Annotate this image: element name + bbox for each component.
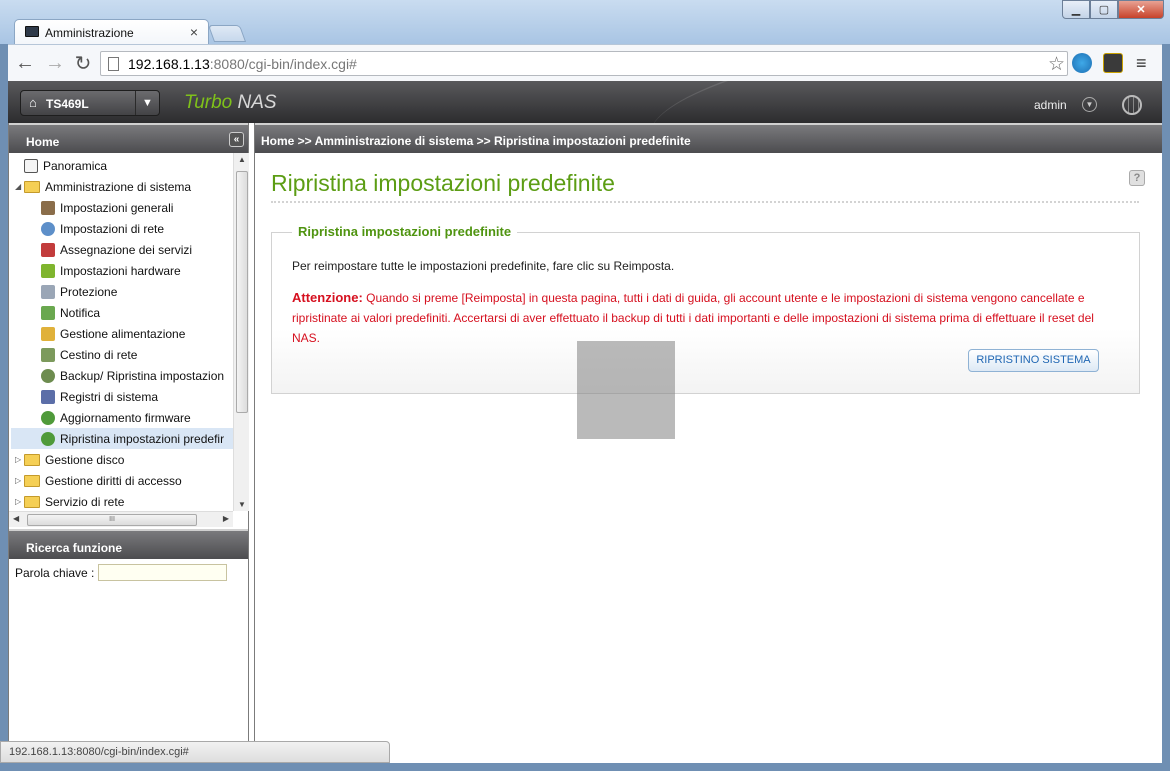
tab-title: Amministrazione <box>45 26 134 40</box>
scroll-thumb[interactable] <box>236 171 248 413</box>
folder-icon <box>24 474 40 487</box>
forward-button[interactable]: → <box>43 51 67 75</box>
search-label: Parola chiave : <box>15 565 95 580</box>
warning-label: Attenzione: <box>292 290 363 305</box>
tree-item-aggiornamento-firmware[interactable]: Aggiornamento firmware <box>41 407 191 428</box>
hardware-icon <box>41 263 55 278</box>
browser-tab[interactable]: Amministrazione × <box>14 19 209 45</box>
system-reset-button[interactable]: RIPRISTINO SISTEMA <box>968 349 1099 372</box>
scroll-thumb[interactable]: III <box>27 514 197 526</box>
home-icon: ⌂ <box>29 95 37 110</box>
device-selector[interactable]: ⌂ TS469L ▼ <box>20 90 160 116</box>
backup-restore-icon <box>41 368 55 383</box>
tree-item-protezione[interactable]: Protezione <box>41 281 117 302</box>
divider <box>271 201 1139 203</box>
network-icon <box>41 221 55 236</box>
restore-defaults-icon <box>41 431 55 446</box>
search-input[interactable] <box>98 564 228 581</box>
tree-item-gestione-disco[interactable]: ▷ Gestione disco <box>15 449 124 470</box>
scroll-up-icon[interactable]: ▲ <box>238 155 246 164</box>
close-window-button[interactable]: ✕ <box>1118 0 1164 19</box>
recycle-bin-icon <box>41 347 55 362</box>
tree-item-gestione-diritti[interactable]: ▷ Gestione diritti di accesso <box>15 470 182 491</box>
dropdown-arrow-icon[interactable]: ▼ <box>135 91 159 115</box>
panel-title: Home « <box>9 123 248 153</box>
browser-menu-icon[interactable]: ≡ <box>1136 53 1147 74</box>
power-icon <box>41 326 55 341</box>
page-title: Ripristina impostazioni predefinite <box>271 170 615 196</box>
tree-item-impostazioni-hardware[interactable]: Impostazioni hardware <box>41 260 181 281</box>
reload-button[interactable]: ↻ <box>71 51 95 75</box>
user-name[interactable]: admin <box>1034 98 1067 112</box>
folder-icon <box>24 495 40 508</box>
service-binding-icon <box>41 242 55 257</box>
collapsed-arrow-icon[interactable]: ▷ <box>15 497 24 506</box>
system-logs-icon <box>41 389 55 404</box>
tree-vertical-scrollbar[interactable]: ▲ ▼ <box>233 153 249 511</box>
folder-open-icon <box>24 180 40 193</box>
maximize-button[interactable]: ▢ <box>1090 0 1118 19</box>
breadcrumb: Home >> Amministrazione di sistema >> Ri… <box>255 123 1162 153</box>
tree-item-gestione-alimentazione[interactable]: Gestione alimentazione <box>41 323 185 344</box>
close-tab-icon[interactable]: × <box>190 24 198 40</box>
tree-item-servizio-rete[interactable]: ▷ Servizio di rete <box>15 491 124 512</box>
nas-app: ⌂ TS469L ▼ Turbo NAS admin ▼ Home « Pano… <box>8 81 1162 763</box>
status-bar: 192.168.1.13:8080/cgi-bin/index.cgi# <box>0 741 390 763</box>
watermark-logo <box>577 341 675 439</box>
tree-item-amministrazione[interactable]: ◢ Amministrazione di sistema <box>15 176 191 197</box>
url-text[interactable]: 192.168.1.13:8080/cgi-bin/index.cgi# <box>128 56 357 72</box>
collapsed-arrow-icon[interactable]: ▷ <box>15 476 24 485</box>
security-icon <box>41 284 55 299</box>
tree-item-backup-ripristina[interactable]: Backup/ Ripristina impostazion <box>41 365 224 386</box>
skype-extension-icon[interactable] <box>1072 53 1092 73</box>
device-name: TS469L <box>46 97 89 111</box>
tree-horizontal-scrollbar[interactable]: ◀ III ▶ <box>9 511 233 527</box>
collapse-panel-icon[interactable]: « <box>229 132 244 147</box>
nas-favicon-icon <box>25 26 39 37</box>
folder-icon <box>24 453 40 466</box>
general-settings-icon <box>41 200 55 215</box>
app-header: ⌂ TS469L ▼ Turbo NAS admin ▼ <box>8 81 1162 123</box>
nav-tree: Panoramica ◢ Amministrazione di sistema I… <box>9 153 248 523</box>
turbo-nas-logo: Turbo NAS <box>184 92 277 113</box>
back-button[interactable]: ← <box>13 51 37 75</box>
warning-text: Attenzione: Quando si preme [Reimposta] … <box>292 290 1094 345</box>
tree-item-assegnazione-servizi[interactable]: Assegnazione dei servizi <box>41 239 192 260</box>
restore-section: Ripristina impostazioni predefinite Per … <box>271 224 1140 439</box>
tree-item-impostazioni-generali[interactable]: Impostazioni generali <box>41 197 173 218</box>
section-title: Ripristina impostazioni predefinite <box>292 224 518 239</box>
notification-icon <box>41 305 55 320</box>
tree-item-ripristina-predefinite[interactable]: Ripristina impostazioni predefir <box>11 428 233 449</box>
address-bar[interactable]: 192.168.1.13:8080/cgi-bin/index.cgi# ☆ <box>100 51 1068 76</box>
collapsed-arrow-icon[interactable]: ▷ <box>15 455 24 464</box>
left-panel: Home « Panoramica ◢ Amministrazione di si… <box>8 123 249 763</box>
browser-titlebar: Amministrazione × ▁ ▢ ✕ <box>0 0 1170 45</box>
help-icon[interactable]: ? <box>1129 170 1145 186</box>
main-content: Home >> Amministrazione di sistema >> Ri… <box>254 123 1162 763</box>
tree-item-registri-sistema[interactable]: Registri di sistema <box>41 386 158 407</box>
tree-item-impostazioni-rete[interactable]: Impostazioni di rete <box>41 218 164 239</box>
search-row: Parola chiave : <box>15 564 228 581</box>
search-panel-title: Ricerca funzione <box>9 529 248 559</box>
tree-item-notifica[interactable]: Notifica <box>41 302 100 323</box>
firmware-update-icon <box>41 410 55 425</box>
browser-toolbar: ← → ↻ 192.168.1.13:8080/cgi-bin/index.cg… <box>8 44 1162 81</box>
scroll-right-icon[interactable]: ▶ <box>223 514 229 523</box>
page-icon <box>108 57 119 71</box>
tree-item-panoramica[interactable]: Panoramica <box>15 155 107 176</box>
new-tab-button[interactable] <box>207 25 247 42</box>
scroll-down-icon[interactable]: ▼ <box>238 500 246 509</box>
user-menu-arrow-icon[interactable]: ▼ <box>1082 97 1097 112</box>
extension-icon[interactable] <box>1103 53 1123 73</box>
description-text: Per reimpostare tutte le impostazioni pr… <box>292 259 675 273</box>
minimize-button[interactable]: ▁ <box>1062 0 1090 19</box>
tree-item-cestino-rete[interactable]: Cestino di rete <box>41 344 137 365</box>
scroll-left-icon[interactable]: ◀ <box>13 514 19 523</box>
overview-icon <box>24 158 38 173</box>
bookmark-star-icon[interactable]: ☆ <box>1048 53 1065 76</box>
language-globe-icon[interactable] <box>1122 95 1142 115</box>
expanded-arrow-icon[interactable]: ◢ <box>15 182 24 191</box>
